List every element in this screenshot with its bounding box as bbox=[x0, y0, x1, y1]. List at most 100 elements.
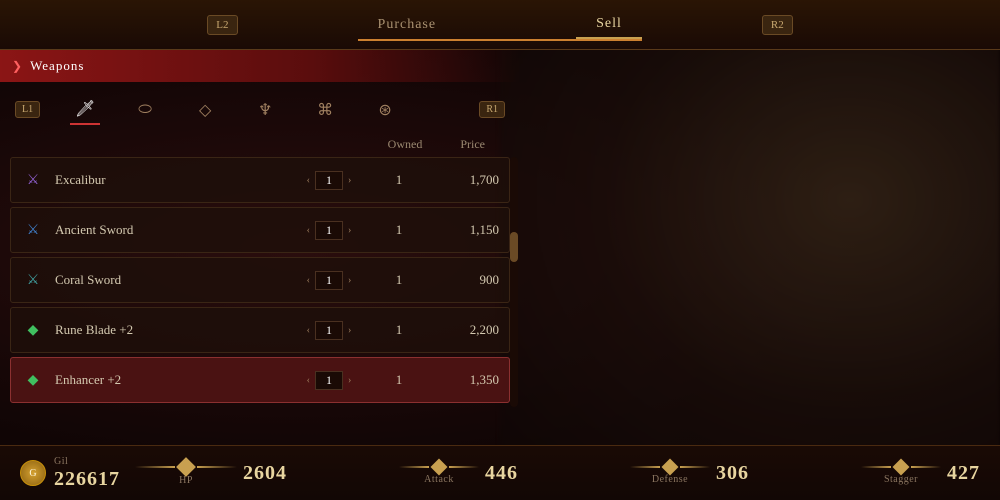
item-price: 2,200 bbox=[429, 322, 499, 338]
item-name: Coral Sword bbox=[55, 272, 289, 288]
qty-increase[interactable]: › bbox=[348, 325, 351, 336]
top-nav: L2 Purchase Sell R2 bbox=[0, 0, 1000, 50]
status-bar: G Gil 226617 HP 2604 bbox=[0, 445, 1000, 500]
item-price: 1,350 bbox=[429, 372, 499, 388]
gil-label: Gil bbox=[54, 456, 120, 467]
qty-decrease[interactable]: ‹ bbox=[307, 225, 310, 236]
item-icon: ◆ bbox=[21, 368, 45, 392]
background-right bbox=[500, 0, 1000, 500]
item-row[interactable]: ◆ Rune Blade +2 ‹ 1 › 1 2,200 bbox=[10, 307, 510, 353]
stagger-value: 427 bbox=[947, 462, 980, 485]
qty-decrease[interactable]: ‹ bbox=[307, 375, 310, 386]
hp-bar-left bbox=[135, 466, 175, 468]
icon-tab-accessories[interactable]: ♆ bbox=[250, 95, 280, 125]
hp-diamond-icon bbox=[176, 457, 196, 477]
attack-block: Attack 446 bbox=[399, 461, 518, 485]
qty-control: ‹ 1 › bbox=[289, 171, 369, 190]
defense-bar-left bbox=[630, 466, 660, 468]
qty-decrease[interactable]: ‹ bbox=[307, 325, 310, 336]
item-icon: ⚔ bbox=[21, 268, 45, 292]
qty-increase[interactable]: › bbox=[348, 275, 351, 286]
item-price: 900 bbox=[429, 272, 499, 288]
r1-button[interactable]: R1 bbox=[479, 101, 505, 118]
column-headers: Owned Price bbox=[0, 132, 520, 157]
item-owned: 1 bbox=[369, 222, 429, 238]
qty-value: 1 bbox=[315, 171, 343, 190]
attack-bar-left bbox=[399, 466, 429, 468]
category-chevron-icon: ❯ bbox=[12, 59, 22, 74]
qty-control: ‹ 1 › bbox=[289, 371, 369, 390]
defense-value: 306 bbox=[716, 462, 749, 485]
stagger-bar-left bbox=[861, 466, 891, 468]
qty-value: 1 bbox=[315, 271, 343, 290]
qty-value: 1 bbox=[315, 321, 343, 340]
item-name: Ancient Sword bbox=[55, 222, 289, 238]
item-owned: 1 bbox=[369, 272, 429, 288]
icon-tab-misc[interactable]: ⊛ bbox=[370, 95, 400, 125]
item-icon: ⚔ bbox=[21, 168, 45, 192]
qty-increase[interactable]: › bbox=[348, 225, 351, 236]
qty-decrease[interactable]: ‹ bbox=[307, 175, 310, 186]
item-name: Enhancer +2 bbox=[55, 372, 289, 388]
icon-tab-weapons[interactable]: 🗡 bbox=[70, 95, 100, 125]
category-title: Weapons bbox=[30, 58, 84, 74]
item-icon: ◆ bbox=[21, 318, 45, 342]
owned-header: Owned bbox=[375, 137, 435, 152]
item-owned: 1 bbox=[369, 372, 429, 388]
defense-diamond-icon bbox=[662, 459, 679, 476]
attack-label: Attack bbox=[424, 474, 454, 485]
sell-tab[interactable]: Sell bbox=[576, 11, 642, 39]
qty-value: 1 bbox=[315, 221, 343, 240]
scroll-thumb[interactable] bbox=[510, 232, 518, 262]
icon-tabs-row: L1 🗡 ⬭ ◇ ♆ ⌘ ⊛ R1 bbox=[0, 87, 520, 132]
defense-label: Defense bbox=[652, 474, 688, 485]
qty-control: ‹ 1 › bbox=[289, 271, 369, 290]
gil-block: G Gil 226617 bbox=[20, 456, 120, 491]
gil-icon: G bbox=[20, 460, 46, 486]
item-owned: 1 bbox=[369, 322, 429, 338]
r2-button[interactable]: R2 bbox=[762, 15, 793, 35]
item-icon: ⚔ bbox=[21, 218, 45, 242]
qty-control: ‹ 1 › bbox=[289, 321, 369, 340]
icon-tab-armor[interactable]: ◇ bbox=[190, 95, 220, 125]
item-row[interactable]: ⚔ Coral Sword ‹ 1 › 1 900 bbox=[10, 257, 510, 303]
qty-decrease[interactable]: ‹ bbox=[307, 275, 310, 286]
item-name: Excalibur bbox=[55, 172, 289, 188]
defense-block: Defense 306 bbox=[630, 461, 749, 485]
icon-tab-rings[interactable]: ⬭ bbox=[130, 95, 160, 125]
attack-value: 446 bbox=[485, 462, 518, 485]
item-row[interactable]: ⚔ Excalibur ‹ 1 › 1 1,700 bbox=[10, 157, 510, 203]
scroll-track[interactable] bbox=[510, 157, 518, 407]
items-list: ⚔ Excalibur ‹ 1 › 1 1,700 ⚔ Ancient Swor… bbox=[0, 157, 520, 407]
icon-tab-consumables[interactable]: ⌘ bbox=[310, 95, 340, 125]
item-price: 1,700 bbox=[429, 172, 499, 188]
stats-row: HP 2604 Attack 446 D bbox=[135, 460, 980, 486]
item-name: Rune Blade +2 bbox=[55, 322, 289, 338]
l2-button[interactable]: L2 bbox=[207, 15, 237, 35]
qty-value: 1 bbox=[315, 371, 343, 390]
sell-tab-underline bbox=[358, 39, 642, 41]
attack-bar-right bbox=[449, 466, 479, 468]
main-panel: ❯ Weapons L1 🗡 ⬭ ◇ ♆ ⌘ ⊛ R1 Owned Price … bbox=[0, 50, 520, 445]
attack-diamond-icon bbox=[431, 459, 448, 476]
hp-block: HP 2604 bbox=[135, 460, 287, 486]
l1-button[interactable]: L1 bbox=[15, 101, 40, 118]
hp-value: 2604 bbox=[243, 462, 287, 485]
qty-control: ‹ 1 › bbox=[289, 221, 369, 240]
hp-bar-right bbox=[197, 466, 237, 468]
category-header: ❯ Weapons bbox=[0, 50, 520, 82]
item-owned: 1 bbox=[369, 172, 429, 188]
qty-increase[interactable]: › bbox=[348, 375, 351, 386]
item-row-selected[interactable]: ◆ Enhancer +2 ‹ 1 › 1 1,350 bbox=[10, 357, 510, 403]
defense-bar-right bbox=[680, 466, 710, 468]
stagger-bar-right bbox=[911, 466, 941, 468]
item-row[interactable]: ⚔ Ancient Sword ‹ 1 › 1 1,150 bbox=[10, 207, 510, 253]
stagger-label: Stagger bbox=[884, 474, 918, 485]
qty-increase[interactable]: › bbox=[348, 175, 351, 186]
purchase-tab[interactable]: Purchase bbox=[358, 12, 457, 38]
stagger-block: Stagger 427 bbox=[861, 461, 980, 485]
price-header: Price bbox=[435, 137, 505, 152]
stagger-diamond-icon bbox=[893, 459, 910, 476]
item-price: 1,150 bbox=[429, 222, 499, 238]
gil-value: 226617 bbox=[54, 468, 120, 491]
